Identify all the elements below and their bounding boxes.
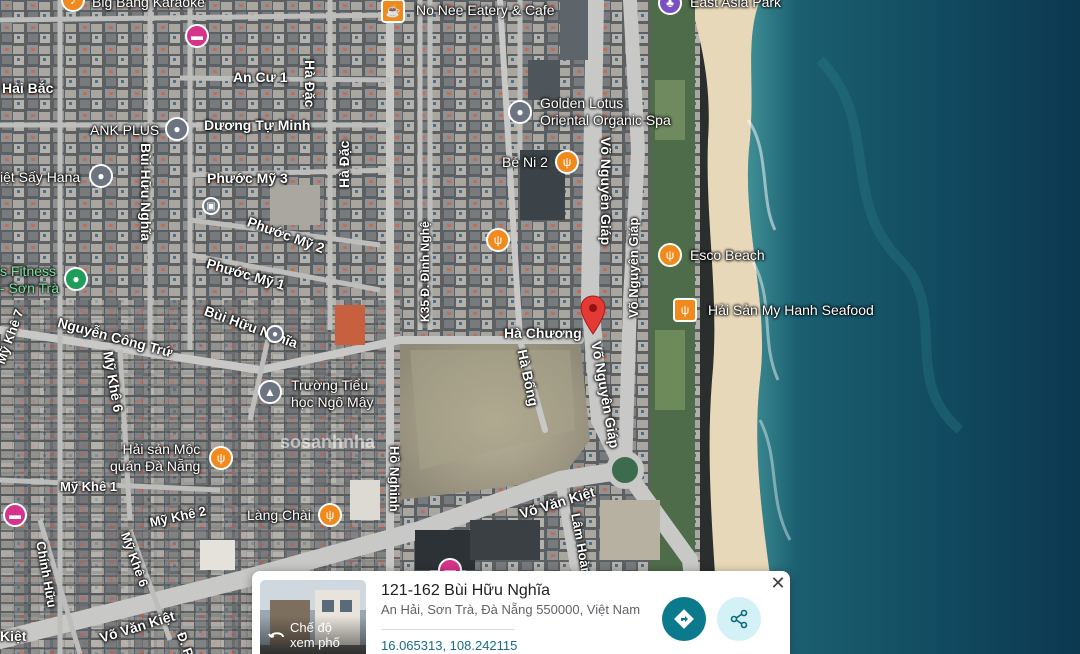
street-label-k35-dinh-nghe: K35 Đ. Đình Nghệ: [418, 221, 432, 322]
place-title: 121-162 Bùi Hữu Nghĩa: [381, 582, 551, 599]
poi-esco-beach[interactable]: Esco Beach: [690, 247, 765, 264]
street-label-an-cu-1: An Cư 1: [233, 69, 288, 85]
street-label-vo-nguyen-giap-2: Võ Nguyên Giáp: [626, 217, 641, 318]
place-icon[interactable]: ●: [266, 325, 284, 343]
place-address: An Hải, Sơn Trà, Đà Nẵng 550000, Việt Na…: [381, 602, 641, 617]
share-icon: [730, 609, 748, 629]
hotel-icon[interactable]: ▬: [185, 24, 209, 48]
street-label-duong-tu-minh: Dương Tự Minh: [204, 117, 311, 133]
street-view-icon: [268, 632, 284, 638]
poi-lang-chai[interactable]: Làng Chài: [247, 507, 311, 524]
street-label-bui-huu-nghia-v: Bùi Hữu Nghĩa: [138, 143, 154, 242]
poi-big-bang-karaoke[interactable]: Big Bang Karaoke: [92, 0, 205, 11]
shop-icon[interactable]: ●: [89, 164, 113, 188]
street-label-ha-chuong: Hà Chương: [504, 325, 582, 341]
poi-viet-say-hana[interactable]: iệt Sấy Hana: [0, 169, 80, 186]
restaurant-icon[interactable]: ψ: [318, 503, 342, 527]
spa-icon[interactable]: ●: [508, 100, 532, 124]
bus-stop-icon[interactable]: ▣: [202, 197, 220, 215]
directions-icon: [674, 609, 694, 629]
watermark: sosanhnha: [280, 432, 376, 452]
street-label-ha-dac-top: Hà Đặc: [302, 60, 318, 108]
close-button[interactable]: ✕: [769, 574, 787, 592]
street-label-kiet: Kiệt: [0, 628, 27, 644]
street-label-ho-nghinh: Hồ Nghinh: [387, 446, 402, 512]
restaurant-icon[interactable]: ψ: [209, 446, 233, 470]
shop-icon[interactable]: ●: [165, 117, 189, 141]
place-card[interactable]: Chế độ xem phố 121-162 Bùi Hữu Nghĩa An …: [252, 571, 790, 654]
street-label-phuoc-my-3: Phước Mỹ 3: [207, 170, 288, 186]
hotel-icon[interactable]: ▬: [3, 503, 27, 527]
poi-hai-san-my-hanh[interactable]: Hải Sản My Hanh Seafood: [708, 302, 874, 319]
street-label-my-khe-1: Mỹ Khê 1: [60, 479, 118, 494]
location-marker-icon[interactable]: [580, 295, 606, 335]
divider: [381, 629, 515, 630]
restaurant-icon[interactable]: ψ: [673, 298, 697, 322]
poi-fitness[interactable]: s Fitness - Sơn Trà: [0, 263, 59, 297]
restaurant-icon[interactable]: ψ: [555, 150, 579, 174]
cafe-icon[interactable]: ☕: [381, 0, 405, 23]
restaurant-icon[interactable]: ψ: [486, 228, 510, 252]
share-button[interactable]: [717, 597, 761, 641]
close-icon: ✕: [770, 573, 786, 593]
place-coordinates[interactable]: 16.065313, 108.242115: [381, 638, 517, 653]
poi-be-ni-2[interactable]: Bé Ni 2: [502, 154, 548, 171]
directions-button[interactable]: [662, 597, 706, 641]
poi-east-asia-park[interactable]: East Asia Park: [690, 0, 781, 11]
poi-ank-plus[interactable]: ANK PLUS: [90, 122, 159, 139]
poi-truong-tieu-hoc[interactable]: Trường Tiểu học Ngô Mây: [291, 377, 373, 411]
street-label-ha-dac-mid: Hà Đặc: [336, 140, 352, 188]
poi-hai-san-moc[interactable]: Hải sản Mộc quán Đà Nẵng: [110, 441, 200, 475]
street-label-vo-nguyen-giap-1: Võ Nguyên Giáp: [598, 137, 614, 246]
poi-no-nee[interactable]: No Nee Eatery & Cafe: [416, 2, 555, 19]
street-label-hai-bac: Hải Bắc: [2, 80, 54, 96]
gym-icon[interactable]: ●: [64, 267, 88, 291]
school-icon[interactable]: ▲: [258, 380, 282, 404]
restaurant-icon[interactable]: ψ: [658, 243, 682, 267]
poi-golden-lotus[interactable]: Golden Lotus Oriental Organic Spa: [540, 95, 671, 129]
street-view-thumbnail[interactable]: Chế độ xem phố: [260, 580, 366, 654]
